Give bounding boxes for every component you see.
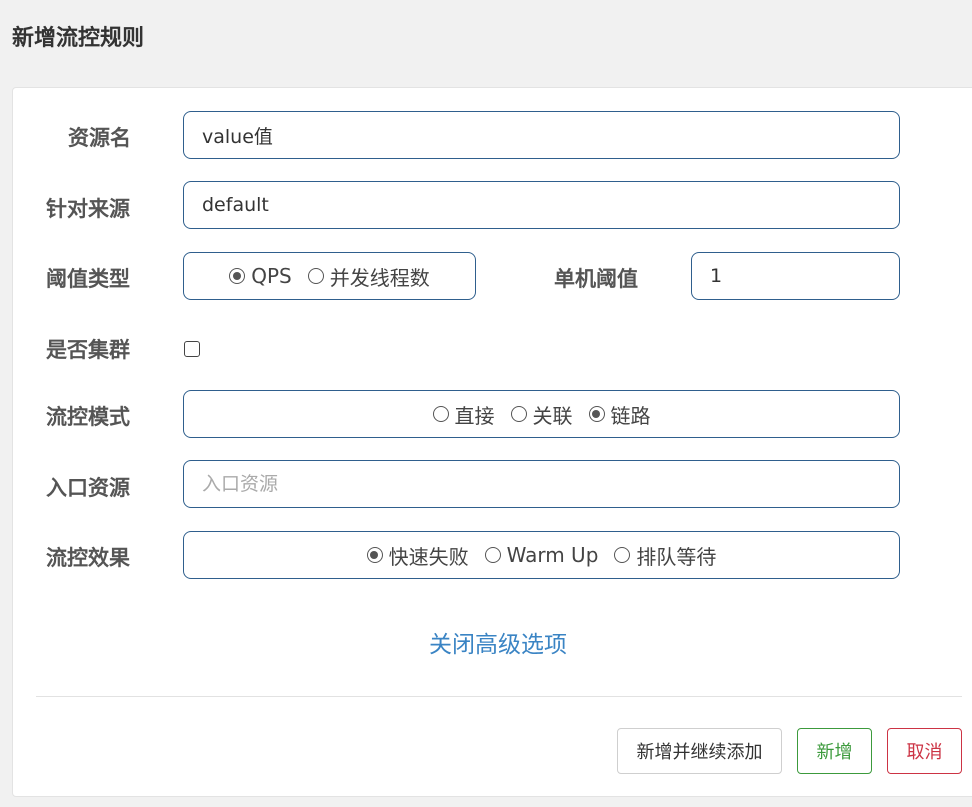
radio-option-direct[interactable]: 直接: [432, 400, 495, 429]
effect-group: 快速失败 Warm Up 排队等待: [183, 531, 900, 579]
footer-divider: [36, 696, 962, 697]
radio-option-chain[interactable]: 链路: [588, 400, 651, 429]
radio-label-qps: QPS: [251, 264, 292, 288]
radio-option-related[interactable]: 关联: [510, 400, 573, 429]
close-advanced-options-link[interactable]: 关闭高级选项: [429, 625, 567, 659]
radio-option-qps[interactable]: QPS: [229, 264, 292, 288]
threshold-type-group: QPS 并发线程数: [183, 252, 476, 300]
cluster-checkbox[interactable]: [184, 341, 200, 357]
dialog-title: 新增流控规则: [12, 26, 145, 51]
entry-resource-label: 入口资源: [46, 476, 130, 500]
effect-label: 流控效果: [46, 546, 130, 570]
mode-label: 流控模式: [46, 405, 130, 429]
radio-option-concurrent-threads[interactable]: 并发线程数: [307, 262, 430, 291]
radio-label-chain: 链路: [610, 403, 651, 428]
radio-label-direct: 直接: [454, 403, 495, 428]
cluster-label: 是否集群: [46, 338, 130, 362]
resource-input[interactable]: [183, 111, 900, 159]
radio-label-fast-fail: 快速失败: [388, 544, 469, 569]
radio-unchecked-icon: [484, 547, 501, 563]
radio-checked-icon: [366, 547, 383, 563]
single-threshold-input[interactable]: [691, 252, 900, 300]
radio-checked-icon: [229, 268, 246, 284]
radio-checked-icon: [588, 406, 605, 422]
radio-unchecked-icon: [432, 406, 449, 422]
radio-option-fast-fail[interactable]: 快速失败: [366, 541, 469, 570]
radio-label-warm-up: Warm Up: [506, 543, 599, 567]
mode-group: 直接 关联 链路: [183, 390, 900, 438]
radio-option-queue[interactable]: 排队等待: [614, 541, 716, 570]
add-button[interactable]: 新增: [797, 728, 872, 774]
entry-resource-input[interactable]: [183, 460, 900, 508]
single-threshold-label: 单机阈值: [554, 267, 638, 291]
radio-label-queue: 排队等待: [636, 544, 717, 569]
radio-label-related: 关联: [532, 403, 573, 428]
resource-label: 资源名: [68, 126, 131, 150]
radio-unchecked-icon: [614, 547, 631, 563]
radio-option-warm-up[interactable]: Warm Up: [484, 543, 599, 567]
radio-unchecked-icon: [510, 406, 527, 422]
cancel-button[interactable]: 取消: [887, 728, 962, 774]
source-input[interactable]: [183, 181, 900, 229]
add-and-continue-button[interactable]: 新增并继续添加: [617, 728, 782, 774]
source-label: 针对来源: [46, 197, 130, 221]
radio-label-concurrent-threads: 并发线程数: [329, 265, 430, 290]
threshold-type-label: 阈值类型: [46, 267, 130, 291]
radio-unchecked-icon: [307, 268, 324, 284]
